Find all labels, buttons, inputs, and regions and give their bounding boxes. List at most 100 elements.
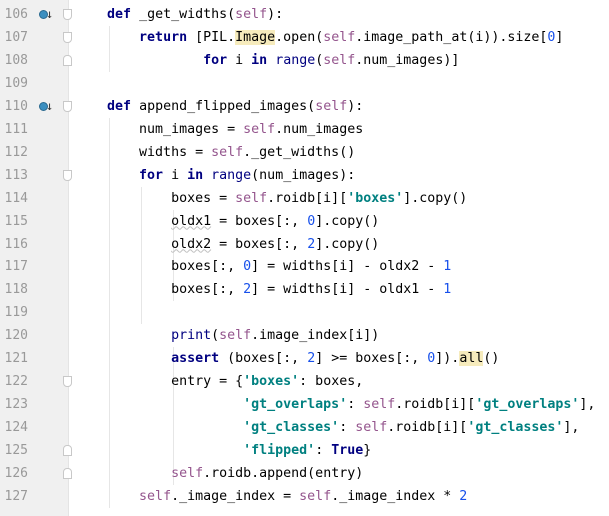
line-number: 123 xyxy=(4,397,28,413)
line-number: 121 xyxy=(4,351,28,367)
code-line[interactable]: oldx1 = boxes[:, 0].copy() xyxy=(75,210,379,233)
self-token: self xyxy=(355,420,388,436)
number-literal: 2 xyxy=(459,488,468,504)
override-icon[interactable]: ↓ xyxy=(38,95,53,118)
code-line[interactable]: boxes = self.roidb[i]['boxes'].copy() xyxy=(75,187,467,210)
code-text: .num_images xyxy=(275,121,364,137)
code-text: i xyxy=(227,52,252,68)
string-literal: 'boxes' xyxy=(347,190,404,206)
keyword: for xyxy=(203,52,228,68)
code-line[interactable]: oldx2 = boxes[:, 2].copy() xyxy=(75,233,379,256)
code-text: ): xyxy=(347,98,364,114)
line-number: 107 xyxy=(4,29,28,45)
code-text: entry = { xyxy=(75,374,244,390)
number-literal: 2 xyxy=(243,282,252,298)
self-token: self xyxy=(323,29,356,45)
code-line[interactable]: boxes[:, 0] = widths[i] - oldx2 - 1 xyxy=(75,255,451,278)
line-number: 119 xyxy=(4,305,28,321)
number-literal: 1 xyxy=(443,282,452,298)
code-line[interactable]: entry = {'boxes': boxes, xyxy=(75,370,363,393)
code-line[interactable]: self._image_index = self._image_index * … xyxy=(75,485,467,508)
fold-start-icon[interactable] xyxy=(63,376,72,388)
code-area[interactable]: def _get_widths(self): return [PIL.Image… xyxy=(75,0,609,516)
self-token: self xyxy=(323,52,356,68)
code-text: _get_widths( xyxy=(131,7,236,22)
string-literal: 'gt_classes' xyxy=(467,420,564,436)
code-line[interactable]: widths = self._get_widths() xyxy=(75,141,355,164)
override-icon[interactable]: ↓ xyxy=(38,3,53,26)
fold-end-icon[interactable] xyxy=(63,468,72,479)
highlighted-usage: Image xyxy=(235,29,276,45)
code-line[interactable]: assert (boxes[:, 2] >= boxes[:, 0]).all(… xyxy=(75,347,499,370)
keyword: True xyxy=(331,443,364,459)
line-number: 108 xyxy=(4,52,28,68)
self-token: self xyxy=(219,328,252,344)
code-text: ].copy() xyxy=(315,213,380,229)
line-number: 114 xyxy=(4,190,28,206)
keyword: in xyxy=(251,52,268,68)
code-line[interactable]: num_images = self.num_images xyxy=(75,118,363,141)
fold-end-icon[interactable] xyxy=(63,54,72,66)
code-text: ].copy() xyxy=(315,236,380,252)
code-text: boxes[:, xyxy=(75,259,244,275)
code-text: .image_index[i]) xyxy=(251,328,380,344)
self-token: self xyxy=(139,488,172,504)
code-line[interactable]: for i in range(num_images): xyxy=(75,164,355,187)
code-text: widths = xyxy=(75,144,212,160)
code-text: .roidb[i][ xyxy=(387,420,468,436)
code-line[interactable]: for i in range(self.num_images)] xyxy=(75,49,459,72)
code-line[interactable]: boxes[:, 2] = widths[i] - oldx1 - 1 xyxy=(75,278,451,301)
code-line[interactable]: def append_flipped_images(self): xyxy=(75,95,363,118)
self-token: self xyxy=(235,190,268,206)
fold-start-icon[interactable] xyxy=(63,169,72,181)
code-line[interactable]: def _get_widths(self): xyxy=(75,3,283,26)
number-literal: 2 xyxy=(307,351,316,367)
self-token: self xyxy=(171,466,204,481)
line-number: 112 xyxy=(4,144,28,160)
code-line[interactable]: 'gt_overlaps': self.roidb[i]['gt_overlap… xyxy=(75,393,595,416)
editor-gutter: 106 ↓ 107 108 109 110 ↓ 111 112 113 114 115 116 117 11… xyxy=(0,0,72,516)
line-number: 125 xyxy=(4,443,28,459)
code-line[interactable]: print(self.image_index[i]) xyxy=(75,324,379,347)
code-text: ] = widths[i] - oldx1 - xyxy=(251,282,444,298)
code-text: ): xyxy=(267,7,284,22)
code-line[interactable]: self.roidb.append(entry) xyxy=(75,462,363,485)
string-literal: 'gt_overlaps' xyxy=(475,397,580,413)
code-line[interactable]: 'flipped': True} xyxy=(75,439,371,462)
code-line[interactable]: 'gt_classes': self.roidb[i]['gt_classes'… xyxy=(75,416,579,439)
code-text: ] = widths[i] - oldx2 - xyxy=(251,259,444,275)
string-literal: 'flipped' xyxy=(243,443,316,459)
fold-end-icon[interactable] xyxy=(63,445,72,457)
fold-start-icon[interactable] xyxy=(63,9,72,20)
keyword: assert xyxy=(171,351,220,367)
line-number: 116 xyxy=(4,236,28,252)
string-literal: 'gt_overlaps' xyxy=(243,397,348,413)
self-token: self xyxy=(315,98,348,114)
fold-start-icon[interactable] xyxy=(63,31,72,43)
code-line[interactable]: return [PIL.Image.open(self.image_path_a… xyxy=(75,26,563,49)
code-text: boxes[:, xyxy=(75,282,244,298)
line-number: 120 xyxy=(4,328,28,344)
line-number: 126 xyxy=(4,466,28,481)
self-token: self xyxy=(235,7,268,22)
builtin: print xyxy=(171,328,212,344)
line-number: 117 xyxy=(4,259,28,275)
code-text: ], xyxy=(579,397,596,413)
code-text: : xyxy=(347,397,364,413)
line-number: 106 xyxy=(4,7,28,22)
code-text: : boxes, xyxy=(299,374,364,390)
number-literal: 0 xyxy=(243,259,252,275)
fold-start-icon[interactable] xyxy=(63,100,72,112)
code-text: = boxes[:, xyxy=(211,236,308,252)
